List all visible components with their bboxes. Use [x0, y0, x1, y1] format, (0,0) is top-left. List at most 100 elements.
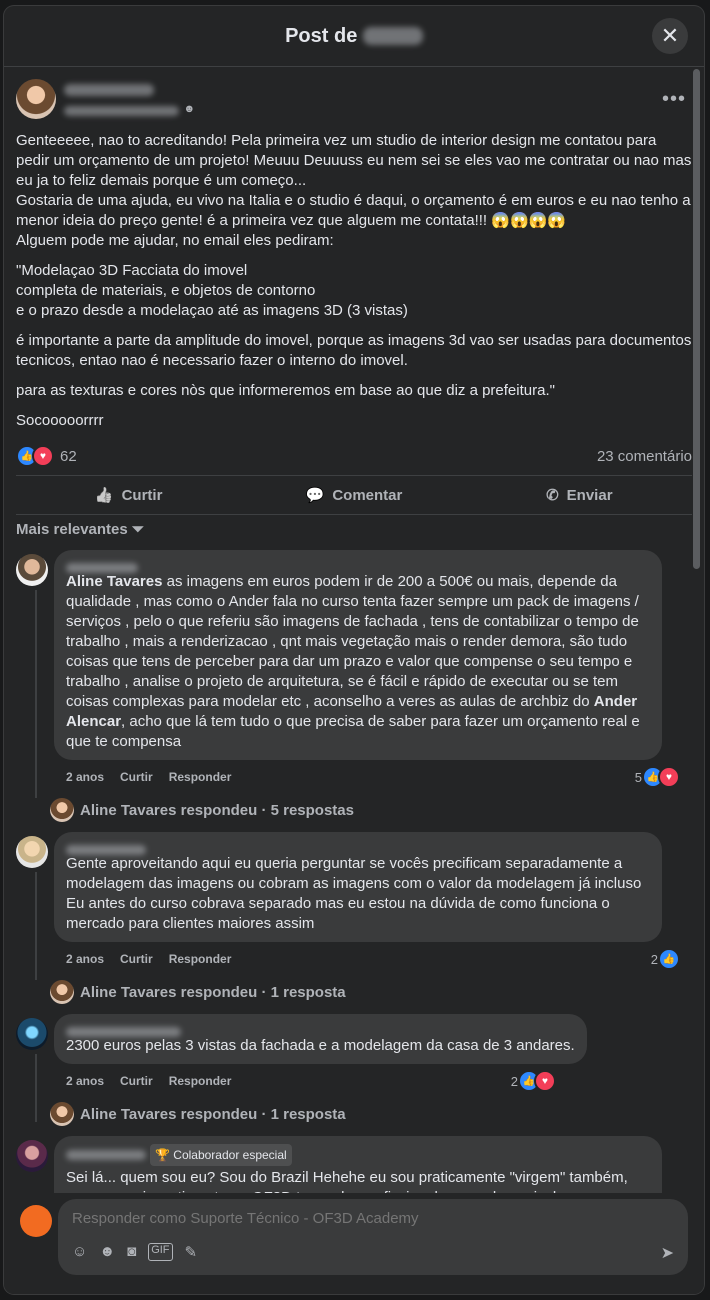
close-icon: ✕: [660, 23, 680, 48]
comment-reactions[interactable]: 5 👍 ♥: [635, 766, 680, 788]
love-reaction-icon: ♥: [32, 445, 54, 467]
top-contributor-badge: 🏆 Colaborador especial: [150, 1144, 292, 1166]
comment-reply-button[interactable]: Responder: [169, 1074, 232, 1088]
comment-time[interactable]: 2 anos: [66, 952, 104, 966]
whatsapp-icon: ✆: [546, 487, 559, 504]
reply-avatar: [50, 798, 74, 822]
comment-like-button[interactable]: Curtir: [120, 770, 153, 784]
comment-react-count: 5: [634, 769, 642, 785]
more-options-icon[interactable]: •••: [662, 88, 686, 111]
send-comment-icon[interactable]: ➤: [661, 1243, 674, 1263]
modal-header: Post de ✕: [4, 6, 704, 67]
commenter-avatar[interactable]: [16, 836, 48, 868]
comment-bubble: Aline Tavares as imagens em euros podem …: [54, 550, 662, 760]
comment-time[interactable]: 2 anos: [66, 770, 104, 784]
post-paragraph: "Modelaçao 3D Facciata do imovel complet…: [16, 262, 408, 319]
commenter-avatar[interactable]: [16, 1018, 48, 1050]
comment-reactions[interactable]: 2 👍 ♥: [511, 1070, 556, 1092]
comment-input-box[interactable]: ☺ ☻ ◙ GIF ✎ ➤: [58, 1199, 688, 1275]
emoji-icon[interactable]: ☻: [99, 1243, 115, 1261]
like-button[interactable]: 👍 Curtir: [16, 476, 241, 514]
post-scroll-area[interactable]: ☻ ••• Genteeeee, nao to acreditando! Pel…: [4, 67, 704, 1193]
commenter-avatar[interactable]: [16, 554, 48, 586]
view-replies-link[interactable]: Aline Tavares respondeu · 1 resposta: [50, 980, 704, 1004]
commenter-avatar[interactable]: [16, 1140, 48, 1172]
close-button[interactable]: ✕: [652, 18, 688, 54]
comment-text: , acho que lá tem tudo o que precisa de …: [66, 713, 640, 750]
comment-meta: 2 anos Curtir Responder 2 👍: [54, 942, 692, 970]
blurred-commenter-name[interactable]: [66, 558, 650, 574]
sort-dropdown[interactable]: Mais relevantes ⏷: [4, 515, 704, 544]
love-reaction-icon: ♥: [534, 1070, 556, 1092]
reply-avatar: [50, 1102, 74, 1126]
reply-avatar: [50, 980, 74, 1004]
post-header: ☻ •••: [4, 67, 704, 119]
author-avatar[interactable]: [16, 79, 56, 119]
post-text: Genteeeee, nao to acreditando! Pela prim…: [4, 131, 704, 431]
comment-button[interactable]: 💬 Comentar: [241, 476, 466, 514]
thread-line: [35, 872, 37, 980]
comment-react-count: 2: [510, 1073, 518, 1089]
comment-label: Comentar: [332, 486, 403, 504]
post-paragraph: Socooooorrrr: [16, 412, 104, 429]
comment-item: 🏆 Colaborador especial Sei lá... quem so…: [4, 1136, 704, 1193]
comment-bubble: 🏆 Colaborador especial Sei lá... quem so…: [54, 1136, 662, 1193]
comment-react-count: 2: [650, 951, 658, 967]
post-paragraph: para as texturas e cores nòs que informe…: [16, 382, 555, 399]
avatar-sticker-icon[interactable]: ☺: [72, 1243, 87, 1261]
comment-like-button[interactable]: Curtir: [120, 952, 153, 966]
comment-item: 2300 euros pelas 3 vistas da fachada e a…: [4, 1014, 704, 1122]
comment-icon: 💬: [305, 487, 325, 504]
blurred-author[interactable]: [64, 83, 154, 96]
gif-icon[interactable]: GIF: [148, 1243, 173, 1261]
post-actions: 👍 Curtir 💬 Comentar ✆ Enviar: [16, 475, 692, 515]
comment-bubble: 2300 euros pelas 3 vistas da fachada e a…: [54, 1014, 587, 1064]
like-reaction-icon: 👍: [658, 948, 680, 970]
comment-body: 2300 euros pelas 3 vistas da fachada e a…: [54, 1014, 692, 1092]
comment-reply-button[interactable]: Responder: [169, 952, 232, 966]
comment-reactions[interactable]: 2 👍: [651, 948, 680, 970]
mention-link[interactable]: Aline Tavares: [66, 573, 162, 590]
blurred-timestamp[interactable]: [64, 105, 179, 116]
post-paragraph: Genteeeee, nao to acreditando! Pela prim…: [16, 132, 692, 249]
blurred-commenter-name[interactable]: [66, 1022, 575, 1038]
love-reaction-icon: ♥: [658, 766, 680, 788]
comment-meta: 2 anos Curtir Responder 5 👍 ♥: [54, 760, 692, 788]
thread-line: [35, 1054, 37, 1122]
page-avatar[interactable]: [20, 1205, 52, 1237]
post-stats: 👍 ♥ 62 23 comentário: [4, 441, 704, 475]
blurred-author-name: [362, 27, 423, 46]
blurred-commenter-name[interactable]: [66, 840, 650, 856]
privacy-icon: ☻: [183, 103, 196, 115]
comment-input[interactable]: [70, 1209, 634, 1228]
send-label: Enviar: [566, 486, 613, 504]
scrollbar[interactable]: [693, 69, 700, 569]
replies-label: Aline Tavares respondeu · 5 respostas: [80, 801, 354, 819]
comment-composer: ☺ ☻ ◙ GIF ✎ ➤: [4, 1193, 704, 1294]
modal-title: Post de: [285, 25, 423, 48]
comment-body: Aline Tavares as imagens em euros podem …: [54, 550, 692, 788]
sticker-icon[interactable]: ✎: [185, 1243, 198, 1261]
send-button[interactable]: ✆ Enviar: [467, 476, 692, 514]
comment-count[interactable]: 23 comentário: [597, 448, 692, 465]
post-paragraph: é importante a parte da amplitude do imo…: [16, 332, 692, 369]
author-info: ☻: [64, 81, 195, 117]
comment-body: Gente aproveitando aqui eu queria pergun…: [54, 832, 692, 970]
camera-icon[interactable]: ◙: [127, 1243, 136, 1261]
comment-like-button[interactable]: Curtir: [120, 1074, 153, 1088]
comment-reply-button[interactable]: Responder: [169, 770, 232, 784]
composer-tools: ☺ ☻ ◙ GIF ✎: [72, 1243, 197, 1261]
comment-text: Gente aproveitando aqui eu queria pergun…: [66, 855, 642, 932]
replies-label: Aline Tavares respondeu · 1 resposta: [80, 1105, 346, 1123]
comment-text: Sei lá... quem sou eu? Sou do Brazil Heh…: [66, 1169, 628, 1193]
view-replies-link[interactable]: Aline Tavares respondeu · 1 resposta: [50, 1102, 704, 1126]
replies-label: Aline Tavares respondeu · 1 resposta: [80, 983, 346, 1001]
comment-author-row: 🏆 Colaborador especial: [66, 1144, 650, 1166]
reaction-count[interactable]: 62: [60, 448, 77, 465]
comment-item: Gente aproveitando aqui eu queria pergun…: [4, 832, 704, 980]
comment-time[interactable]: 2 anos: [66, 1074, 104, 1088]
comment-text: as imagens em euros podem ir de 200 a 50…: [66, 573, 639, 710]
comment-body: 🏆 Colaborador especial Sei lá... quem so…: [54, 1136, 692, 1193]
blurred-commenter-name[interactable]: [66, 1150, 146, 1160]
view-replies-link[interactable]: Aline Tavares respondeu · 5 respostas: [50, 798, 704, 822]
